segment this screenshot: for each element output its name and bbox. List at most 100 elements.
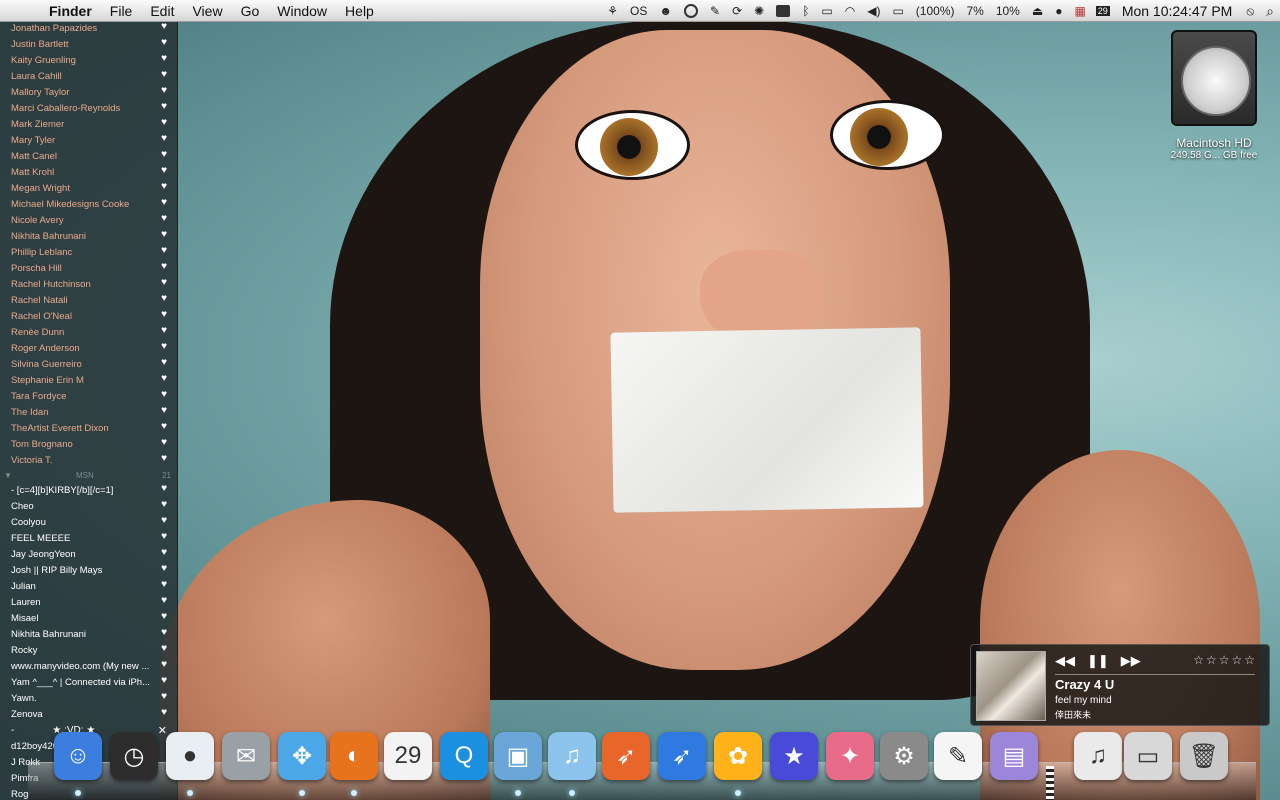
star-icon[interactable]: ★ (770, 732, 818, 780)
menu-view[interactable]: View (183, 3, 231, 19)
menu-file[interactable]: File (101, 3, 142, 19)
buddy-row[interactable]: Lauren ♥ (0, 594, 177, 610)
buddy-row[interactable]: Tara Fordyce ♥ (0, 388, 177, 404)
pause-button[interactable]: ❚❚ (1087, 653, 1109, 669)
trash-icon[interactable]: 🗑 (1180, 732, 1228, 780)
buddy-row[interactable]: Stephanie Erin M ♥ (0, 372, 177, 388)
buddy-row[interactable]: TheArtist Everett Dixon ♥ (0, 420, 177, 436)
buddy-row[interactable]: Justin Bartlett ♥ (0, 36, 177, 52)
bluetooth-icon[interactable]: ᛒ (796, 4, 815, 18)
buddy-row[interactable]: Misael ♥ (0, 610, 177, 626)
robot-icon[interactable]: ● (166, 732, 214, 780)
buddy-row[interactable]: Tom Brognano ♥ (0, 436, 177, 452)
one-password-icon[interactable] (770, 5, 796, 17)
butterfly-icon[interactable]: ⚘ (601, 4, 624, 18)
buddy-row[interactable]: FEEL MEEEE ♥ (0, 530, 177, 546)
firefox-icon[interactable]: ◐ (330, 732, 378, 780)
album-art[interactable] (976, 651, 1046, 721)
buddy-row[interactable]: Matt Krohl ♥ (0, 164, 177, 180)
buddy-row[interactable]: Rachel Natali ♥ (0, 292, 177, 308)
os-menu-item[interactable]: OS (624, 4, 653, 18)
buddy-row[interactable]: Nikhita Bahrunani ♥ (0, 228, 177, 244)
buddy-row[interactable]: Yawn. ♥ (0, 690, 177, 706)
buddy-row[interactable]: Phillip Leblanc ♥ (0, 244, 177, 260)
group-header-msn[interactable]: ▼ MSN 21 (0, 468, 177, 482)
buddy-row[interactable]: Marci Caballero-Reynolds ♥ (0, 100, 177, 116)
display-icon[interactable]: ▭ (815, 4, 838, 18)
cpu-percent-2[interactable]: 10% (990, 4, 1026, 18)
us-flag-icon[interactable]: ▦ (1068, 4, 1091, 18)
next-track-button[interactable]: ▶▶ (1121, 653, 1141, 669)
ical-icon[interactable]: 29 (384, 732, 432, 780)
textedit-icon[interactable]: ✎ (934, 732, 982, 780)
circle-status-icon[interactable] (678, 4, 704, 18)
buddy-row[interactable]: Silvina Guerreiro ♥ (0, 356, 177, 372)
buddy-row[interactable]: Yam ^___^ | Connected via iPh... ♥ (0, 674, 177, 690)
menu-clock[interactable]: Mon 10:24:47 PM (1114, 3, 1241, 19)
buddy-row[interactable]: Mark Ziemer ♥ (0, 116, 177, 132)
wifi-icon[interactable]: ◠ (839, 4, 861, 18)
script-icon[interactable]: ✎ (704, 4, 726, 18)
photo-stamp-icon[interactable]: ✉ (222, 732, 270, 780)
battery-percent[interactable]: (100%) (910, 4, 961, 18)
stacks-icon[interactable]: ▤ (990, 732, 1038, 780)
volume-icon[interactable]: ◀) (861, 4, 886, 18)
menu-window[interactable]: Window (268, 3, 336, 19)
eject-icon[interactable]: ⏏ (1026, 4, 1049, 18)
dashboard-icon[interactable]: ◷ (110, 732, 158, 780)
buddy-row[interactable]: Renèe Dunn ♥ (0, 324, 177, 340)
buddy-row[interactable]: Victoria T. ♥ (0, 452, 177, 468)
user-icon[interactable]: ● (1049, 4, 1068, 18)
menu-edit[interactable]: Edit (141, 3, 183, 19)
shell-icon[interactable]: ✦ (826, 732, 874, 780)
feather-orange-icon[interactable]: ➶ (602, 732, 650, 780)
buddy-row[interactable]: Jay JeongYeon ♥ (0, 546, 177, 562)
buddy-row[interactable]: Mallory Taylor ♥ (0, 84, 177, 100)
browser-window-icon[interactable]: ▭ (1124, 732, 1172, 780)
buddy-row[interactable]: Nikhita Bahrunani ♥ (0, 626, 177, 642)
spotlight-search-icon[interactable]: ⌕ (1260, 3, 1280, 20)
finder-icon[interactable]: ☺ (54, 732, 102, 780)
buddy-row[interactable]: - [c=4][b]KIRBY[/b][/c=1] ♥ (0, 482, 177, 498)
itunes-icon[interactable]: ♫ (548, 732, 596, 780)
buddy-row[interactable]: www.manyvideo.com (My new ... ♥ (0, 658, 177, 674)
menu-finder[interactable]: Finder (40, 3, 101, 19)
ipa-file-icon[interactable]: ♫ (1074, 732, 1122, 780)
flower-icon[interactable]: ✿ (714, 732, 762, 780)
buddy-row[interactable]: Michael Mikedesigns Cooke ♥ (0, 196, 177, 212)
buddy-row[interactable]: Cheo ♥ (0, 498, 177, 514)
quicktime-icon[interactable]: Q (440, 732, 488, 780)
buddy-row[interactable]: Rachel O'Neal ♥ (0, 308, 177, 324)
buddy-row[interactable]: Roger Anderson ♥ (0, 340, 177, 356)
iphoto-icon[interactable]: ▣ (494, 732, 542, 780)
buddy-row[interactable]: Matt Canel ♥ (0, 148, 177, 164)
rating-stars[interactable]: ☆☆☆☆☆ (1193, 653, 1257, 667)
menu-help[interactable]: Help (336, 3, 383, 19)
battery-icon[interactable]: ▭ (886, 4, 909, 18)
buddy-row[interactable]: Rachel Hutchinson ♥ (0, 276, 177, 292)
buddy-row[interactable]: Porscha Hill ♥ (0, 260, 177, 276)
macintosh-hd-icon[interactable]: Macintosh HD 249.58 G... GB free (1158, 30, 1270, 161)
menu-go[interactable]: Go (232, 3, 269, 19)
buddy-row[interactable]: Zenova ♥ (0, 706, 177, 722)
buddy-row[interactable]: Mary Tyler ♥ (0, 132, 177, 148)
cpu-percent-1[interactable]: 7% (960, 4, 989, 18)
feather-blue-icon[interactable]: ➶ (658, 732, 706, 780)
disclosure-triangle-icon[interactable]: ▼ (4, 471, 12, 480)
aperture-icon[interactable]: ✺ (748, 4, 770, 18)
safari-icon[interactable]: ✥ (278, 732, 326, 780)
calendar-date-badge[interactable]: 29 (1095, 6, 1110, 16)
system-preferences-icon[interactable]: ⚙ (880, 732, 928, 780)
buddy-row[interactable]: Megan Wright ♥ (0, 180, 177, 196)
sync-icon[interactable]: ⟳ (726, 4, 748, 18)
buddy-row[interactable]: The Idan ♥ (0, 404, 177, 420)
no-sign-icon[interactable]: ⦸ (1240, 4, 1260, 19)
buddy-row[interactable]: Jonathan Papazides ♥ (0, 20, 177, 36)
buddy-row[interactable]: Laura Cahill ♥ (0, 68, 177, 84)
dock-separator[interactable] (1046, 766, 1054, 800)
previous-track-button[interactable]: ◀◀ (1055, 653, 1075, 669)
buddy-row[interactable]: Kaity Gruenling ♥ (0, 52, 177, 68)
buddy-row[interactable]: Rocky ♥ (0, 642, 177, 658)
buddy-row[interactable]: Coolyou ♥ (0, 514, 177, 530)
buddy-row[interactable]: Julian ♥ (0, 578, 177, 594)
